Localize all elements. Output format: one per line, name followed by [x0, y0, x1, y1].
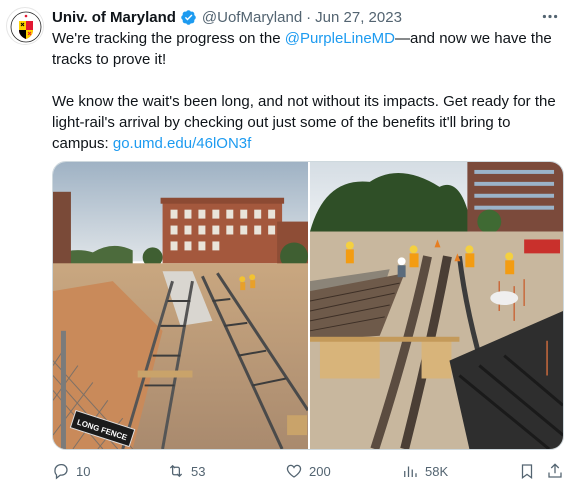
like-icon [286, 464, 302, 478]
verified-icon [180, 9, 197, 26]
views-count: 58K [425, 463, 449, 479]
mention-link[interactable]: @PurpleLineMD [285, 30, 395, 47]
handle[interactable]: @UofMaryland [202, 9, 302, 26]
tweet-date[interactable]: Jun 27, 2023 [315, 9, 402, 26]
share-icon [548, 463, 562, 478]
avatar[interactable] [6, 7, 44, 45]
bookmark-button[interactable] [518, 460, 536, 482]
more-icon[interactable] [539, 6, 561, 26]
tweet-actions: 10 53 200 58K [52, 460, 564, 482]
views-icon [404, 466, 417, 477]
like-button[interactable]: 200 [285, 460, 331, 482]
views-button[interactable]: 58K [401, 460, 448, 482]
tweet-header: Univ. of Maryland @UofMaryland · Jun 27,… [52, 7, 402, 27]
repost-icon [169, 464, 183, 478]
photo-image [310, 162, 563, 449]
reply-button[interactable]: 10 [52, 460, 90, 482]
tweet-paragraph-2: We know the wait's been long, and not wi… [52, 91, 564, 154]
photo-image: LONG FENCE [53, 162, 308, 449]
like-count: 200 [309, 463, 331, 479]
photo-track-workers-closeup[interactable] [310, 162, 563, 449]
bookmark-icon [521, 464, 533, 480]
reply-icon [54, 463, 68, 480]
umd-seal-logo [8, 9, 43, 44]
repost-button[interactable]: 53 [167, 460, 205, 482]
url-link[interactable]: go.umd.edu/46lON3f [113, 135, 251, 152]
tweet-text: We're tracking the progress on the @Purp… [52, 28, 564, 154]
tweet-text-part: We're tracking the progress on the [52, 30, 285, 47]
media-grid: LONG FENCE [52, 161, 564, 450]
share-button[interactable] [546, 460, 564, 482]
tweet-paragraph-1: We're tracking the progress on the @Purp… [52, 28, 564, 70]
photo-track-construction-wide[interactable]: LONG FENCE [53, 162, 308, 449]
repost-count: 53 [191, 463, 206, 479]
header-separator: · [306, 8, 312, 26]
reply-count: 10 [76, 463, 91, 479]
display-name[interactable]: Univ. of Maryland [52, 9, 176, 26]
